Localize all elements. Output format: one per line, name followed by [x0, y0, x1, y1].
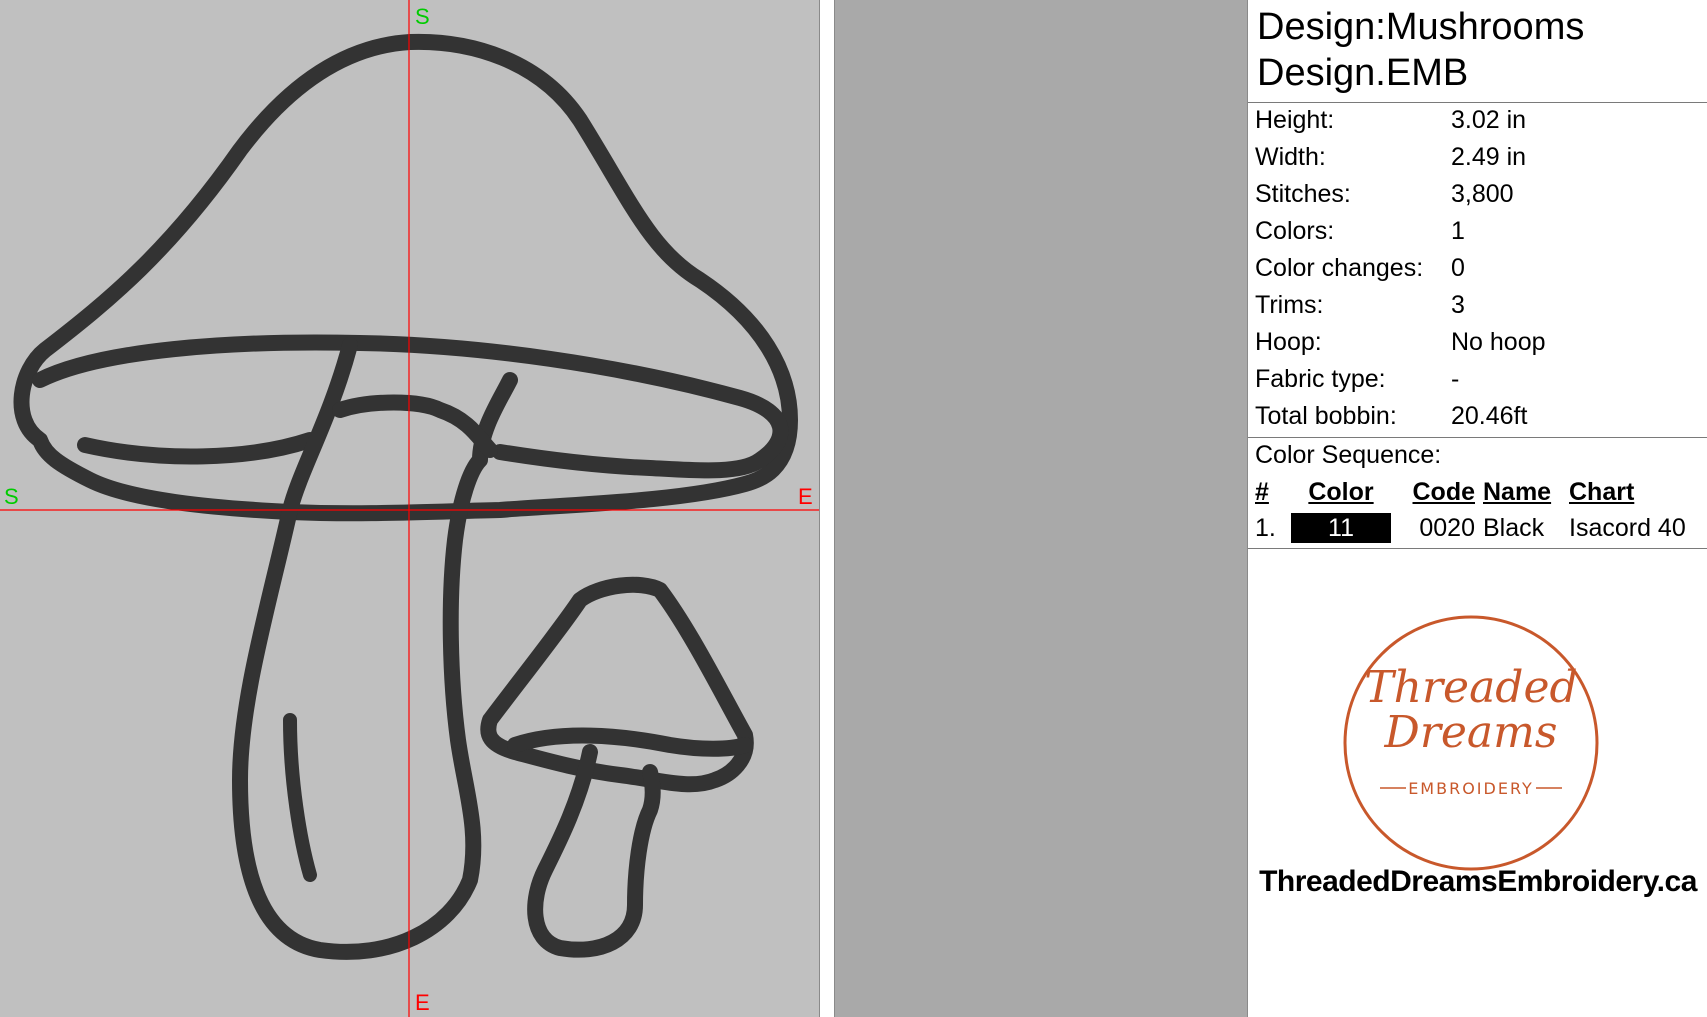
header-number: #	[1255, 477, 1269, 506]
threaded-dreams-logo: Threaded Dreams EMBROIDERY	[1343, 615, 1599, 871]
design-name: Design:Mushrooms	[1257, 6, 1585, 48]
property-label: Trims:	[1255, 291, 1324, 319]
property-value: 2.49 in	[1451, 143, 1527, 171]
property-row-height: Height: 3.02 in	[1255, 102, 1701, 139]
large-cap-outline	[13, 33, 798, 522]
color-sequence-header: # Color Code Name Chart	[1255, 474, 1703, 510]
logo-line-1: Threaded	[1364, 662, 1577, 713]
stem-highlight	[283, 713, 317, 882]
property-value: 3.02 in	[1451, 106, 1527, 134]
row-color: 11	[1285, 513, 1397, 543]
header-chart: Chart	[1569, 477, 1635, 506]
property-label: Height:	[1255, 106, 1335, 134]
header-color: Color	[1308, 477, 1374, 506]
logo-line-2: Dreams	[1384, 707, 1558, 758]
small-cap-rim	[507, 727, 753, 757]
color-sequence-table: # Color Code Name Chart 1. 11 0020 Black…	[1255, 474, 1703, 546]
property-label: Color changes:	[1255, 254, 1424, 282]
header-code: Code	[1412, 477, 1476, 506]
property-value: 1	[1451, 217, 1465, 245]
property-row-stitches: Stitches: 3,800	[1255, 176, 1701, 213]
large-stem-top	[332, 394, 498, 458]
property-label: Width:	[1255, 143, 1326, 171]
row-name: Black	[1483, 513, 1545, 542]
design-canvas[interactable]: S S E E	[0, 0, 820, 1017]
end-marker-right: E	[798, 484, 813, 509]
property-value: No hoop	[1451, 328, 1546, 356]
row-chart: Isacord 40	[1569, 513, 1686, 542]
property-value: 0	[1451, 254, 1465, 282]
property-row-total-bobbin: Total bobbin: 20.46ft	[1255, 398, 1701, 435]
header-name: Name	[1483, 477, 1552, 506]
color-sequence-row: 1. 11 0020 Black Isacord 40	[1255, 510, 1703, 546]
sequence-divider	[1248, 548, 1707, 549]
property-label: Hoop:	[1255, 328, 1322, 356]
property-label: Fabric type:	[1255, 365, 1386, 393]
design-properties: Height: 3.02 in Width: 2.49 in Stitches:…	[1255, 102, 1701, 435]
start-marker-top: S	[415, 4, 430, 29]
property-value: 3,800	[1451, 180, 1514, 208]
canvas-edge	[820, 0, 835, 1017]
start-marker-left: S	[4, 484, 19, 509]
color-swatch: 11	[1291, 513, 1391, 543]
property-value: 20.46ft	[1451, 402, 1528, 430]
property-row-color-changes: Color changes: 0	[1255, 250, 1701, 287]
row-code: 0020	[1419, 513, 1475, 542]
property-row-hoop: Hoop: No hoop	[1255, 324, 1701, 361]
design-info-panel: Design:Mushrooms Design.EMB Height: 3.02…	[1247, 0, 1707, 1017]
embroidery-preview	[0, 0, 819, 1017]
large-cap-gill	[77, 432, 318, 465]
design-file-name: Design.EMB	[1257, 52, 1469, 94]
property-value: 3	[1451, 291, 1465, 319]
workspace-gutter	[835, 0, 1247, 1017]
logo-line-3: EMBROIDERY	[1408, 779, 1534, 798]
row-number: 1.	[1255, 513, 1276, 542]
property-value: -	[1451, 365, 1460, 393]
property-row-fabric-type: Fabric type: -	[1255, 361, 1701, 398]
design-header: Design:Mushrooms Design.EMB	[1257, 4, 1697, 96]
property-label: Stitches:	[1255, 180, 1351, 208]
property-row-colors: Colors: 1	[1255, 213, 1701, 250]
color-sequence-title: Color Sequence:	[1255, 441, 1442, 469]
property-label: Total bobbin:	[1255, 402, 1397, 430]
property-row-trims: Trims: 3	[1255, 287, 1701, 324]
end-marker-bottom: E	[415, 990, 430, 1015]
website-link[interactable]: ThreadedDreamsEmbroidery.ca	[1248, 865, 1707, 899]
property-label: Colors:	[1255, 217, 1335, 245]
property-row-width: Width: 2.49 in	[1255, 139, 1701, 176]
